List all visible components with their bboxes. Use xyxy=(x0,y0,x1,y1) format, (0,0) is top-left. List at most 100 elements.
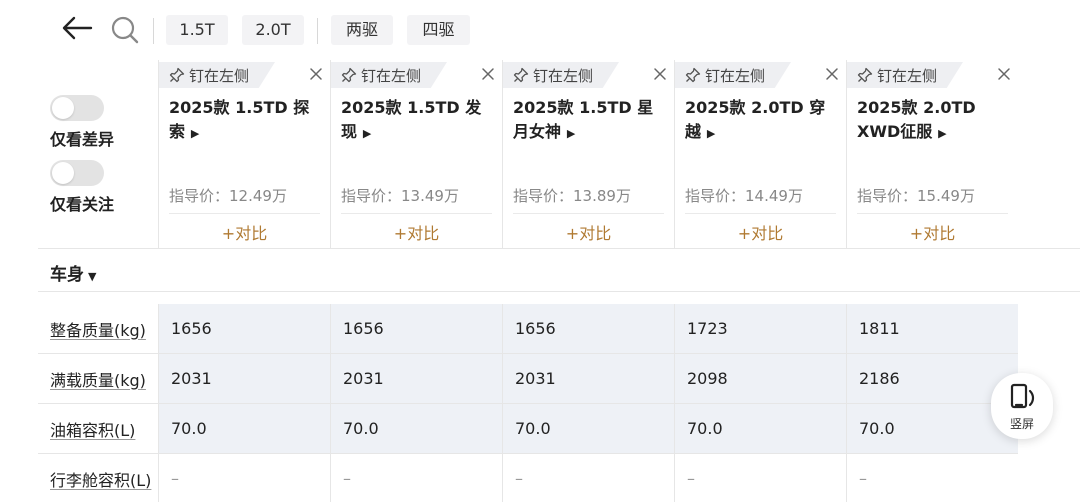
diff-only-label: 仅看差异 xyxy=(50,130,115,149)
spec-value: – xyxy=(502,454,674,502)
pin-bar: 钉在左侧 xyxy=(847,60,1018,88)
model-name[interactable]: 2025款 1.5TD 探索 ▶ xyxy=(169,96,325,146)
spec-value: 2031 xyxy=(330,354,502,403)
spec-value: – xyxy=(158,454,330,502)
portrait-mode-label: 竖屏 xyxy=(1009,417,1034,431)
pin-bar: 钉在左侧 xyxy=(503,60,674,88)
close-icon[interactable] xyxy=(996,66,1012,82)
close-icon[interactable] xyxy=(308,66,324,82)
chip-4wd[interactable]: 四驱 xyxy=(407,15,470,45)
model-name-text: 2025款 1.5TD 星月女神 xyxy=(513,98,654,141)
chip-2wd[interactable]: 两驱 xyxy=(331,15,393,45)
add-compare-button[interactable]: +对比 xyxy=(159,220,330,244)
divider xyxy=(153,18,154,44)
section-header-body: 车身 ▼ xyxy=(38,248,1080,292)
guide-price: 指导价：15.49万 xyxy=(857,187,975,205)
pin-label: 钉在左侧 xyxy=(533,67,594,85)
model-column: 钉在左侧 2025款 2.0TD XWD征服 ▶ 指导价：15.49万 +对比 xyxy=(846,60,1018,248)
model-name[interactable]: 2025款 1.5TD 发现 ▶ xyxy=(341,96,497,146)
table-row: 满载质量(kg) 2031 2031 2031 2098 2186 xyxy=(38,354,1018,404)
pin-label: 钉在左侧 xyxy=(361,67,422,85)
close-icon[interactable] xyxy=(652,66,668,82)
model-name-text: 2025款 2.0TD XWD征服 xyxy=(857,98,976,141)
pin-left-button[interactable]: 钉在左侧 xyxy=(503,62,619,88)
arrow-left-icon[interactable] xyxy=(60,14,94,42)
divider xyxy=(513,213,664,214)
guide-price: 指导价：14.49万 xyxy=(685,187,803,205)
spec-label-text: 整备质量(kg) xyxy=(50,320,146,340)
chip-1-5t[interactable]: 1.5T xyxy=(166,15,228,45)
spec-value: 70.0 xyxy=(330,404,502,453)
spec-label[interactable]: 油箱容积(L) xyxy=(38,404,158,453)
spec-table: 整备质量(kg) 1656 1656 1656 1723 1811 满载质量(kg) 2031… xyxy=(38,292,1018,502)
spec-value: – xyxy=(846,454,1018,502)
model-column: 钉在左侧 2025款 1.5TD 发现 ▶ 指导价：13.49万 +对比 xyxy=(330,60,502,248)
portrait-rotate-icon xyxy=(1010,383,1035,409)
spec-label-text: 行李舱容积(L) xyxy=(50,470,152,490)
divider xyxy=(685,213,836,214)
pin-icon xyxy=(169,67,185,83)
table-row: 油箱容积(L) 70.0 70.0 70.0 70.0 70.0 xyxy=(38,404,1018,454)
pin-bar: 钉在左侧 xyxy=(675,60,846,88)
focus-only-toggle[interactable] xyxy=(50,160,104,186)
pin-icon xyxy=(857,67,873,83)
close-icon[interactable] xyxy=(824,66,840,82)
caret-right-icon: ▶ xyxy=(934,127,947,140)
filter-toggles: 仅看差异 仅看关注 xyxy=(38,60,158,248)
pin-icon xyxy=(513,67,529,83)
section-title[interactable]: 车身 ▼ xyxy=(50,260,96,285)
model-column: 钉在左侧 2025款 1.5TD 探索 ▶ 指导价：12.49万 +对比 xyxy=(158,60,330,248)
spec-value: 1656 xyxy=(158,304,330,353)
model-name[interactable]: 2025款 2.0TD 穿越 ▶ xyxy=(685,96,841,146)
portrait-mode-button[interactable]: 竖屏 xyxy=(991,373,1053,439)
spec-value: 2031 xyxy=(502,354,674,403)
spec-value: 1811 xyxy=(846,304,1018,353)
spec-label[interactable]: 行李舱容积(L) xyxy=(38,454,158,502)
spec-label-text: 满载质量(kg) xyxy=(50,370,146,390)
caret-down-icon: ▼ xyxy=(88,270,97,283)
model-name[interactable]: 2025款 1.5TD 星月女神 ▶ xyxy=(513,96,669,146)
divider xyxy=(857,213,1008,214)
add-compare-button[interactable]: +对比 xyxy=(503,220,674,244)
pin-left-button[interactable]: 钉在左侧 xyxy=(675,62,791,88)
pin-label: 钉在左侧 xyxy=(705,67,766,85)
guide-price: 指导价：13.49万 xyxy=(341,187,459,205)
spec-value: – xyxy=(330,454,502,502)
spec-value: 70.0 xyxy=(158,404,330,453)
spec-value: 1656 xyxy=(502,304,674,353)
model-column: 钉在左侧 2025款 2.0TD 穿越 ▶ 指导价：14.49万 +对比 xyxy=(674,60,846,248)
spec-label-text: 油箱容积(L) xyxy=(50,420,136,440)
pin-left-button[interactable]: 钉在左侧 xyxy=(331,62,447,88)
add-compare-button[interactable]: +对比 xyxy=(847,220,1018,244)
table-gap xyxy=(38,292,1018,304)
spec-value: 70.0 xyxy=(502,404,674,453)
spec-value: 2098 xyxy=(674,354,846,403)
diff-only-toggle[interactable] xyxy=(50,95,104,121)
guide-price: 指导价：13.89万 xyxy=(513,187,631,205)
pin-icon xyxy=(685,67,701,83)
spec-value: 2031 xyxy=(158,354,330,403)
focus-only-label: 仅看关注 xyxy=(50,195,115,214)
spec-label[interactable]: 满载质量(kg) xyxy=(38,354,158,403)
model-name[interactable]: 2025款 2.0TD XWD征服 ▶ xyxy=(857,96,1013,146)
search-icon[interactable] xyxy=(110,15,140,45)
caret-right-icon: ▶ xyxy=(563,127,576,140)
add-compare-button[interactable]: +对比 xyxy=(675,220,846,244)
pin-left-button[interactable]: 钉在左侧 xyxy=(847,62,963,88)
pin-label: 钉在左侧 xyxy=(189,67,250,85)
pin-left-button[interactable]: 钉在左侧 xyxy=(159,62,275,88)
spec-label[interactable]: 整备质量(kg) xyxy=(38,304,158,353)
toggle-knob xyxy=(52,162,74,184)
spec-value: 70.0 xyxy=(674,404,846,453)
add-compare-button[interactable]: +对比 xyxy=(331,220,502,244)
table-row: 行李舱容积(L) – – – – – xyxy=(38,454,1018,502)
pin-icon xyxy=(341,67,357,83)
caret-right-icon: ▶ xyxy=(187,127,200,140)
spec-value: – xyxy=(674,454,846,502)
divider xyxy=(169,213,320,214)
close-icon[interactable] xyxy=(480,66,496,82)
spec-value: 1723 xyxy=(674,304,846,353)
pin-bar: 钉在左侧 xyxy=(331,60,502,88)
caret-right-icon: ▶ xyxy=(359,127,372,140)
chip-2-0t[interactable]: 2.0T xyxy=(242,15,304,45)
